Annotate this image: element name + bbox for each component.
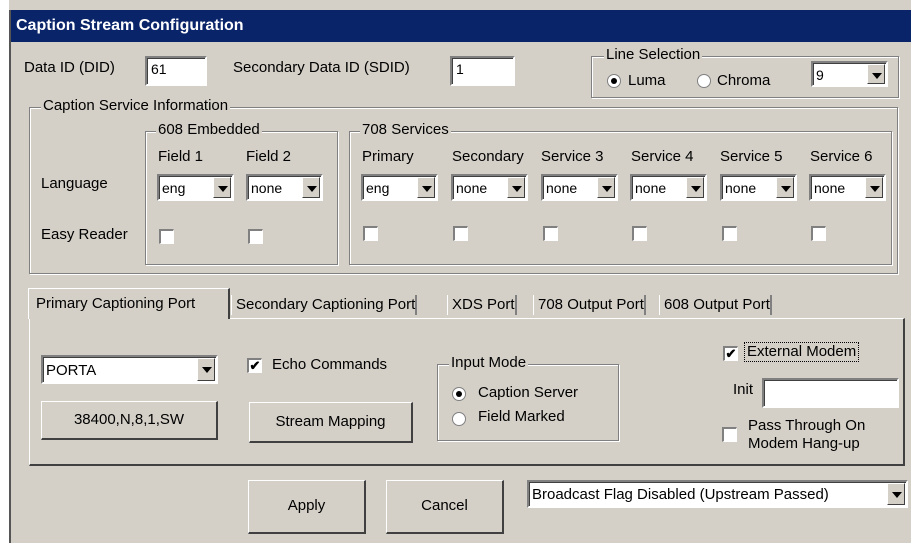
sdid-input[interactable]: 1 (450, 56, 515, 86)
caption-stream-config-window: Caption Stream Configuration Data ID (DI… (0, 0, 911, 543)
chevron-down-icon[interactable] (887, 483, 905, 505)
service3-label: Service 3 (541, 148, 604, 165)
input-mode-title: Input Mode (449, 354, 529, 372)
tab-708-output-port[interactable]: 708 Output Port (533, 295, 646, 315)
chevron-down-icon[interactable] (302, 177, 320, 198)
primary-service-value: eng (366, 180, 390, 196)
field2-language-select[interactable]: none (246, 174, 323, 201)
field1-easy-reader-checkbox[interactable] (159, 229, 174, 244)
service6-value: none (814, 180, 846, 196)
field1-language-select[interactable]: eng (157, 174, 234, 201)
service5-select[interactable]: none (720, 174, 797, 201)
apply-button[interactable]: Apply (248, 480, 366, 534)
tab-primary-captioning-port[interactable]: Primary Captioning Port (28, 288, 230, 319)
chroma-radio[interactable] (697, 74, 711, 88)
echo-commands-label: Echo Commands (272, 356, 388, 373)
service5-easy-reader-checkbox[interactable] (722, 226, 737, 241)
input-mode-group (437, 364, 619, 441)
luma-radio[interactable] (607, 74, 621, 88)
field1-label: Field 1 (158, 148, 204, 165)
service5-value: none (725, 180, 757, 196)
chevron-down-icon[interactable] (867, 64, 885, 84)
service3-easy-reader-checkbox[interactable] (543, 226, 558, 241)
secondary-service-select[interactable]: none (451, 174, 528, 201)
did-input[interactable]: 61 (145, 56, 207, 86)
service6-easy-reader-checkbox[interactable] (811, 226, 826, 241)
did-label: Data ID (DID) (24, 59, 115, 76)
stream-mapping-button[interactable]: Stream Mapping (249, 402, 413, 443)
window-title: Caption Stream Configuration (11, 10, 911, 42)
external-modem-label: External Modem (743, 342, 860, 362)
external-modem-checkbox[interactable]: ✔ (723, 346, 738, 361)
chevron-down-icon[interactable] (197, 358, 215, 381)
tab-xds-port[interactable]: XDS Port (447, 295, 517, 315)
easy-reader-row-label: Easy Reader (41, 226, 128, 243)
cancel-button[interactable]: Cancel (386, 480, 504, 534)
chevron-down-icon[interactable] (507, 177, 525, 198)
line-selection-title: Line Selection (604, 46, 703, 64)
line-number-value: 9 (816, 67, 824, 83)
tab-608-output-port[interactable]: 608 Output Port (659, 295, 772, 315)
chevron-down-icon[interactable] (417, 177, 435, 198)
service4-label: Service 4 (631, 148, 694, 165)
field2-label: Field 2 (246, 148, 292, 165)
service5-label: Service 5 (720, 148, 783, 165)
service6-select[interactable]: none (809, 174, 886, 201)
broadcast-flag-select[interactable]: Broadcast Flag Disabled (Upstream Passed… (527, 480, 908, 508)
field1-language-value: eng (162, 180, 186, 196)
field-marked-radio[interactable] (452, 412, 466, 426)
init-input[interactable] (762, 378, 899, 408)
primary-easy-reader-checkbox[interactable] (363, 226, 378, 241)
secondary-easy-reader-checkbox[interactable] (453, 226, 468, 241)
luma-label: Luma (628, 72, 666, 89)
tab-primary-label: Primary Captioning Port (36, 295, 196, 312)
pass-through-label-line1: Pass Through On (748, 417, 866, 434)
chevron-down-icon[interactable] (865, 177, 883, 198)
broadcast-flag-value: Broadcast Flag Disabled (Upstream Passed… (532, 486, 829, 503)
sdid-label: Secondary Data ID (SDID) (233, 59, 410, 76)
embedded-608-title: 608 Embedded (156, 121, 262, 139)
chevron-down-icon[interactable] (213, 177, 231, 198)
caption-service-title: Caption Service Information (41, 97, 231, 115)
field2-language-value: none (251, 180, 283, 196)
field2-easy-reader-checkbox[interactable] (248, 229, 263, 244)
chevron-down-icon[interactable] (597, 177, 615, 198)
chevron-down-icon[interactable] (776, 177, 794, 198)
port-value: PORTA (46, 362, 97, 379)
port-select[interactable]: PORTA (41, 355, 218, 384)
services-708-title: 708 Services (360, 121, 451, 139)
service4-select[interactable]: none (630, 174, 707, 201)
chevron-down-icon[interactable] (686, 177, 704, 198)
line-number-select[interactable]: 9 (811, 61, 888, 87)
service3-value: none (546, 180, 578, 196)
port-settings-button[interactable]: 38400,N,8,1,SW (41, 401, 218, 440)
caption-server-radio[interactable] (452, 387, 466, 401)
field-marked-label: Field Marked (478, 408, 565, 425)
secondary-service-value: none (456, 180, 488, 196)
service3-select[interactable]: none (541, 174, 618, 201)
secondary-service-label: Secondary (452, 148, 524, 165)
pass-through-label-line2: Modem Hang-up (748, 435, 860, 452)
language-row-label: Language (41, 175, 108, 192)
primary-service-label: Primary (362, 148, 414, 165)
echo-commands-checkbox[interactable]: ✔ (247, 358, 262, 373)
tab-secondary-captioning-port[interactable]: Secondary Captioning Port (231, 295, 418, 315)
service6-label: Service 6 (810, 148, 873, 165)
init-label: Init (733, 381, 754, 398)
chroma-label: Chroma (717, 72, 771, 89)
primary-service-select[interactable]: eng (361, 174, 438, 201)
service4-easy-reader-checkbox[interactable] (632, 226, 647, 241)
pass-through-checkbox[interactable] (722, 427, 737, 442)
caption-server-label: Caption Server (478, 384, 579, 401)
service4-value: none (635, 180, 667, 196)
